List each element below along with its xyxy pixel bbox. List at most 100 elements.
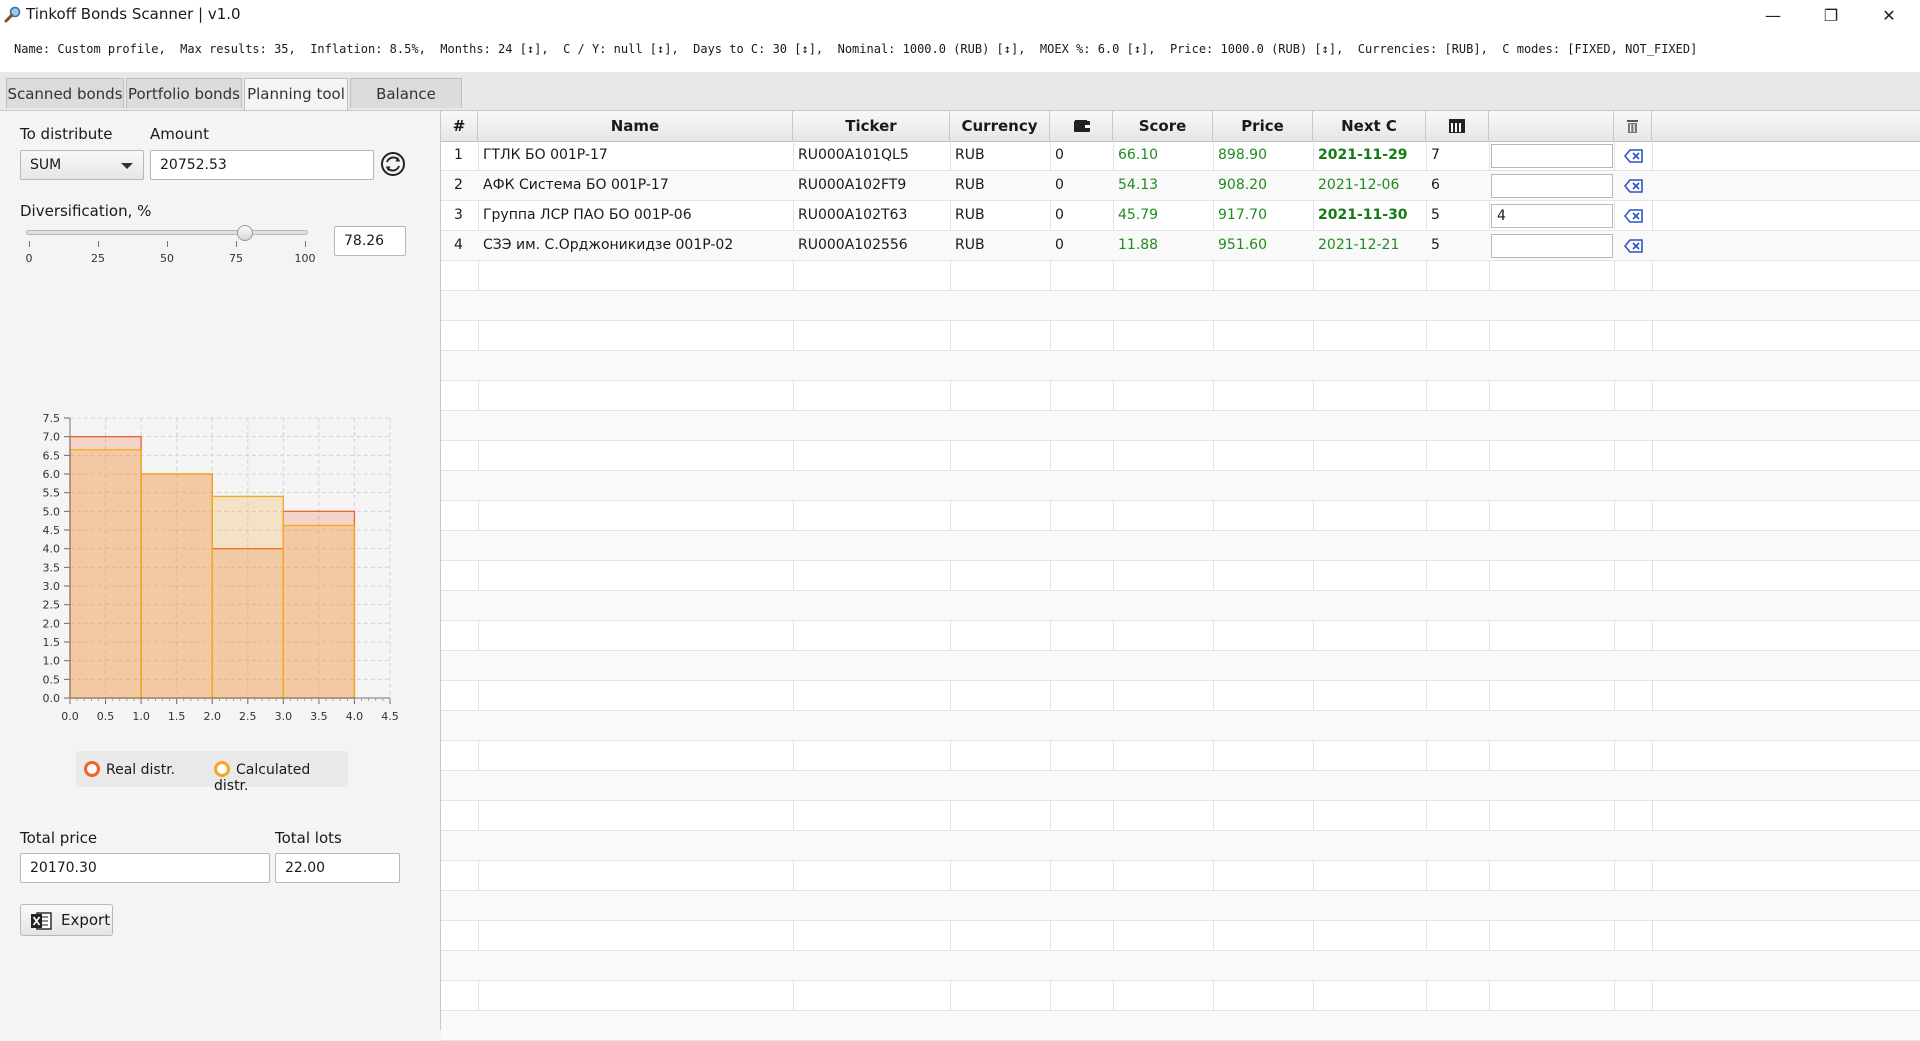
- x-tick-label: 3.5: [310, 710, 328, 723]
- lots-count: 5: [1431, 237, 1440, 253]
- col-score-header[interactable]: Score: [1113, 111, 1213, 141]
- slider-tick: [29, 241, 30, 247]
- empty-row: [441, 951, 1920, 981]
- lots-input[interactable]: [1491, 144, 1613, 168]
- owned-count: 0: [1055, 237, 1064, 253]
- calculated-distr-marker-icon: [214, 761, 230, 777]
- magnifier-app-icon: [4, 6, 21, 23]
- col-lots-header[interactable]: [1426, 111, 1489, 141]
- lots-count: 7: [1431, 147, 1440, 163]
- tab-portfolio-bonds[interactable]: Portfolio bonds: [126, 78, 242, 108]
- empty-row: [441, 921, 1920, 951]
- diversification-input[interactable]: 78.26: [334, 226, 406, 256]
- bond-price: 908.20: [1218, 177, 1267, 193]
- x-tick-label: 4.0: [346, 710, 364, 723]
- amount-label: Amount: [150, 125, 209, 143]
- tab-balance-control[interactable]: Balance control: [350, 78, 462, 133]
- row-number: 4: [454, 237, 463, 253]
- restore-button[interactable]: ❐: [1802, 0, 1860, 30]
- y-tick-label: 7.5: [43, 412, 61, 425]
- slider-tick: [305, 241, 306, 247]
- tab-planning-tool[interactable]: Planning tool: [244, 78, 348, 110]
- chevron-down-icon: [121, 163, 133, 169]
- clear-row-icon[interactable]: [1624, 177, 1644, 195]
- y-tick-label: 2.5: [43, 599, 61, 612]
- empty-row: [441, 771, 1920, 801]
- x-tick-label: 4.5: [381, 710, 399, 723]
- bond-name: ГТЛК БО 001P-17: [483, 147, 608, 163]
- y-tick-label: 0.0: [43, 692, 61, 705]
- empty-row: [441, 381, 1920, 411]
- col-price-header[interactable]: Price: [1213, 111, 1313, 141]
- col-delete-header[interactable]: [1614, 111, 1652, 141]
- lots-input[interactable]: [1491, 174, 1613, 198]
- slider-tick-label: 75: [229, 252, 243, 265]
- tab-scanned-bonds[interactable]: Scanned bonds: [6, 78, 124, 108]
- col-wallet-header[interactable]: [1050, 111, 1113, 141]
- y-tick-label: 1.5: [43, 636, 61, 649]
- calculated-distr-bar: [140, 473, 213, 699]
- diversification-label: Diversification, %: [20, 202, 152, 220]
- empty-row: [441, 351, 1920, 381]
- bond-currency: RUB: [955, 147, 985, 163]
- legend-calculated: Calculated distr.: [214, 761, 348, 794]
- y-tick-label: 3.5: [43, 561, 61, 574]
- bond-price: 898.90: [1218, 147, 1267, 163]
- slider-tick: [98, 241, 99, 247]
- lots-input[interactable]: [1491, 234, 1613, 258]
- table-row[interactable]: 3 Группа ЛСР ПАО БО 001P-06 RU000A102T63…: [441, 201, 1920, 231]
- owned-count: 0: [1055, 177, 1064, 193]
- lots-count: 5: [1431, 207, 1440, 223]
- amount-input[interactable]: 20752.53: [150, 150, 374, 180]
- owned-count: 0: [1055, 207, 1064, 223]
- close-button[interactable]: ✕: [1860, 0, 1918, 30]
- to-distribute-select[interactable]: SUM: [20, 150, 144, 180]
- table-row[interactable]: 4 СЗЭ им. С.Орджоникидзе 001P-02 RU000A1…: [441, 231, 1920, 261]
- bond-ticker: RU000A102556: [798, 237, 908, 253]
- wallet-icon: [1074, 120, 1090, 132]
- col-currency-header[interactable]: Currency: [950, 111, 1050, 141]
- bond-name: АФК Система БО 001P-17: [483, 177, 669, 193]
- row-number: 2: [454, 177, 463, 193]
- empty-row: [441, 801, 1920, 831]
- minimize-button[interactable]: —: [1744, 0, 1802, 30]
- tab-bar: Scanned bonds Portfolio bonds Planning t…: [0, 72, 1920, 133]
- lots-input[interactable]: 4: [1491, 204, 1613, 228]
- empty-row: [441, 651, 1920, 681]
- refresh-icon[interactable]: [380, 151, 406, 177]
- profile-status-text: Name: Custom profile, Max results: 35, I…: [14, 42, 1698, 56]
- clear-row-icon[interactable]: [1624, 237, 1644, 255]
- export-button[interactable]: Export: [20, 904, 113, 936]
- empty-row: [441, 861, 1920, 891]
- diversification-slider-track[interactable]: [26, 230, 308, 235]
- title-bar: Tinkoff Bonds Scanner | v1.0 — ❐ ✕: [0, 0, 1920, 30]
- planning-left-panel: To distribute Amount SUM 20752.53 Divers…: [0, 111, 441, 1030]
- y-tick-label: 4.0: [43, 543, 61, 556]
- col-ticker-header[interactable]: Ticker: [793, 111, 950, 141]
- empty-row: [441, 261, 1920, 291]
- col-name-header[interactable]: Name: [478, 111, 793, 141]
- col-number-header[interactable]: #: [441, 111, 478, 141]
- diversification-slider-thumb[interactable]: [237, 225, 253, 241]
- table-row[interactable]: 1 ГТЛК БО 001P-17 RU000A101QL5 RUB 0 66.…: [441, 141, 1920, 171]
- y-tick-label: 0.5: [43, 673, 61, 686]
- x-tick-label: 1.0: [132, 710, 150, 723]
- calculated-distr-bar: [69, 449, 142, 699]
- calendar-icon: [1449, 119, 1465, 133]
- clear-row-icon[interactable]: [1624, 147, 1644, 165]
- col-input-header[interactable]: [1489, 111, 1614, 141]
- table-row[interactable]: 2 АФК Система БО 001P-17 RU000A102FT9 RU…: [441, 171, 1920, 201]
- y-tick-label: 5.5: [43, 487, 61, 500]
- total-price-field: 20170.30: [20, 853, 270, 883]
- empty-row: [441, 981, 1920, 1011]
- y-tick-label: 3.0: [43, 580, 61, 593]
- clear-row-icon[interactable]: [1624, 207, 1644, 225]
- y-tick-label: 1.0: [43, 655, 61, 668]
- empty-row: [441, 561, 1920, 591]
- slider-tick-label: 0: [25, 252, 33, 265]
- slider-tick-label: 25: [91, 252, 105, 265]
- bond-score: 11.88: [1118, 237, 1159, 253]
- real-distr-marker-icon: [84, 761, 100, 777]
- col-next-coupon-header[interactable]: Next C: [1313, 111, 1426, 141]
- empty-row: [441, 1011, 1920, 1041]
